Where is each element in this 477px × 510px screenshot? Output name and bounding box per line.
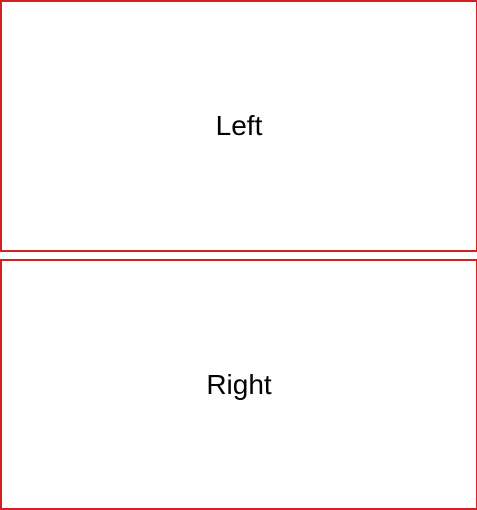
left-panel: Left <box>0 0 477 252</box>
right-panel: Right <box>0 259 477 510</box>
right-panel-label: Right <box>206 368 272 400</box>
left-panel-label: Left <box>215 110 263 141</box>
